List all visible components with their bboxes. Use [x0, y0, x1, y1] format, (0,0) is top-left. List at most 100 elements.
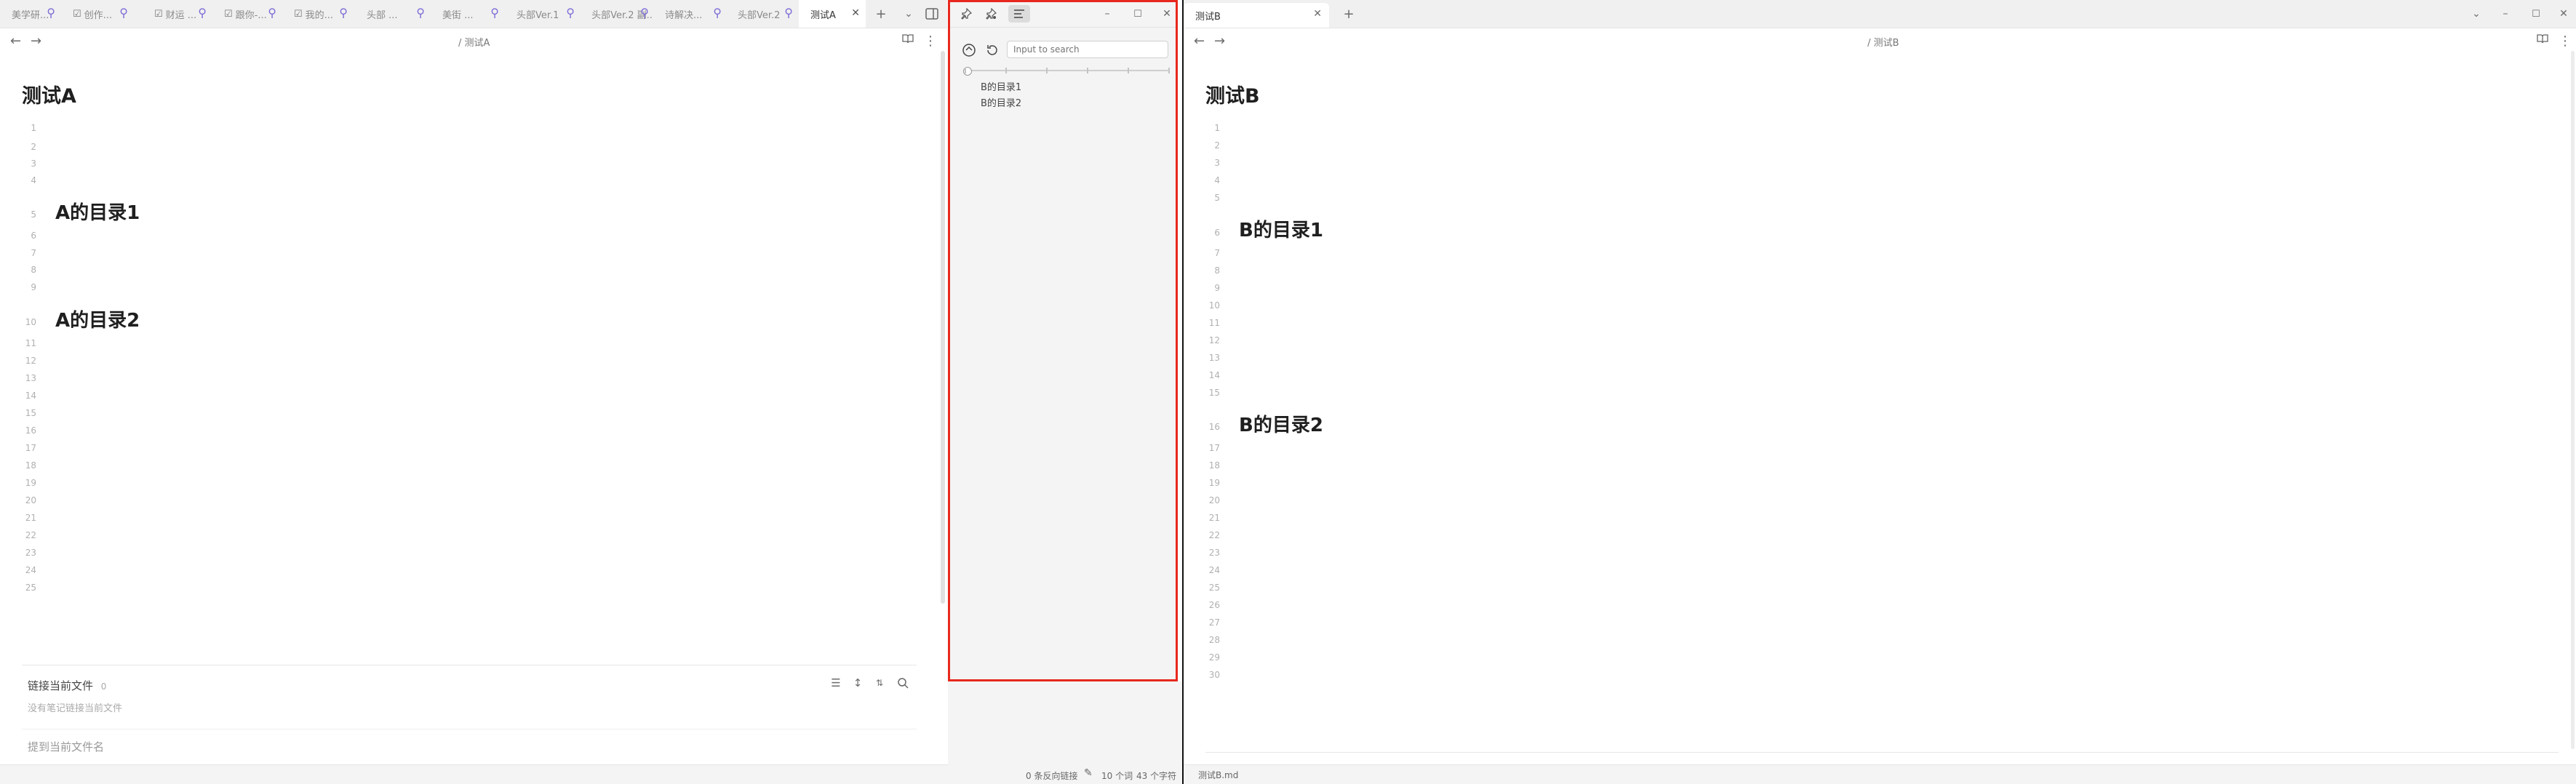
back-arrow-icon[interactable]: ← [1194, 33, 1205, 49]
line-number: 17 [1208, 443, 1220, 453]
tab-item[interactable]: 头部Ver.1 ⚲ [505, 0, 578, 28]
refresh-icon[interactable] [985, 43, 1000, 57]
back-arrow-icon[interactable]: ← [10, 33, 21, 49]
maximize-icon[interactable]: ☐ [1129, 5, 1147, 23]
line-number: 8 [31, 265, 36, 275]
slider-tick [1005, 68, 1007, 73]
tab-item[interactable]: ☑ 跟你-... ⚲ [212, 0, 279, 28]
status-file-name[interactable]: 测试B.md [1198, 769, 1238, 781]
line-number: 9 [31, 282, 36, 292]
line-number: 13 [1208, 353, 1220, 363]
close-icon[interactable]: ✕ [2554, 4, 2573, 23]
outline-icon[interactable] [1008, 5, 1030, 23]
tab-list-chevron-icon[interactable]: ⌄ [899, 4, 918, 23]
line-number: 11 [1208, 318, 1220, 328]
line-number: 29 [1208, 652, 1220, 663]
highlight-pin-icon[interactable] [982, 5, 1000, 23]
line-number: 12 [1208, 335, 1220, 345]
note-title[interactable]: 测试B [1205, 80, 1260, 108]
breadcrumb[interactable]: / 测试B [1867, 35, 1899, 49]
pin-icon[interactable]: ⚲ [339, 6, 348, 20]
line-number: 12 [25, 356, 36, 366]
sort-icon[interactable]: ⇅ [872, 675, 888, 691]
sidebar-toggle-icon[interactable] [922, 4, 941, 23]
right-nav-row: ← → / 测试B ⋮ [1184, 28, 2576, 54]
outline-item-2[interactable]: B的目录2 [981, 95, 1021, 109]
line-number: 16 [1208, 422, 1220, 432]
checkbox-icon: ☑ [294, 8, 303, 20]
list-view-icon[interactable]: ☰ [828, 675, 844, 691]
left-status-bar: 0 条反向链接 ✎ 10 个词 43 个字符 [0, 764, 1182, 784]
backlinks-title[interactable]: 链接当前文件 0 [28, 678, 106, 693]
close-icon[interactable]: ✕ [1158, 5, 1176, 23]
line-number: 19 [1208, 478, 1220, 488]
heading-b1[interactable]: B的目录1 [1239, 215, 1323, 242]
maximize-icon[interactable]: ☐ [2527, 4, 2545, 23]
tab-test-b[interactable]: 测试B ✕ [1184, 3, 1329, 28]
tab-label: 头部Ver.2 [738, 9, 781, 21]
search-input[interactable] [1007, 41, 1168, 58]
slider-tick [965, 68, 966, 73]
left-window: 美学研... ⚲ ☑ 创作... ⚲ ☑ 财运 ... ⚲ ☑ 跟你-... ⚲ ☑ 我的... ⚲ 头部 … [0, 0, 947, 784]
reading-view-icon[interactable] [2537, 33, 2548, 44]
pin-window-icon[interactable] [957, 5, 975, 23]
new-tab-button[interactable]: + [1339, 4, 1358, 23]
pin-icon[interactable]: ⚲ [268, 6, 276, 20]
minimize-icon[interactable]: – [2496, 4, 2515, 23]
editor-scrollbar[interactable] [941, 51, 945, 604]
pin-icon[interactable]: ⚲ [640, 6, 649, 20]
checkbox-icon: ☑ [224, 8, 233, 20]
line-number: 19 [25, 478, 36, 488]
expand-collapse-icon[interactable]: ↕ [850, 675, 866, 691]
forward-arrow-icon[interactable]: → [31, 33, 41, 49]
pin-icon[interactable]: ⚲ [784, 6, 793, 20]
tab-item[interactable]: ☑ 创作... ⚲ [61, 0, 131, 28]
heading-a2[interactable]: A的目录2 [55, 305, 140, 332]
heading-a1[interactable]: A的目录1 [55, 198, 140, 225]
tab-item[interactable]: 头部Ver.2 副... ⚲ [581, 0, 652, 28]
mentions-title[interactable]: 提到当前文件名 [28, 739, 104, 754]
tab-item[interactable]: ☑ 我的... ⚲ [282, 0, 351, 28]
tab-item[interactable]: 头部Ver.2 ⚲ [726, 0, 796, 28]
note-title[interactable]: 测试A [22, 80, 76, 108]
edit-pen-icon[interactable]: ✎ [1084, 767, 1093, 779]
line-number: 2 [1214, 140, 1220, 151]
heading-b2[interactable]: B的目录2 [1239, 410, 1323, 437]
tab-label: 诗解决... [665, 9, 703, 21]
pin-icon[interactable]: ⚲ [713, 6, 722, 20]
line-number: 24 [1208, 565, 1220, 575]
pin-icon[interactable]: ⚲ [47, 6, 55, 20]
tab-item[interactable]: 测试A ✕ [799, 0, 866, 28]
line-number: 22 [25, 530, 36, 540]
line-number: 9 [1214, 283, 1220, 293]
editor-scrollbar[interactable] [2571, 51, 2575, 749]
tab-item[interactable]: 诗解决... ⚲ [653, 0, 725, 28]
line-number: 1 [31, 123, 36, 133]
tab-item[interactable]: 美学研... ⚲ [0, 0, 58, 28]
more-options-icon[interactable]: ⋮ [924, 33, 937, 49]
line-number: 7 [31, 248, 36, 258]
pin-icon[interactable]: ⚲ [198, 6, 207, 20]
new-tab-button[interactable]: + [872, 4, 890, 23]
line-number: 28 [1208, 635, 1220, 645]
tab-item[interactable]: ☑ 财运 ... ⚲ [143, 0, 210, 28]
tab-item[interactable]: 头部 ... ⚲ [355, 0, 428, 28]
tab-list-chevron-icon[interactable]: ⌄ [2467, 4, 2486, 23]
tab-close-icon[interactable]: ✕ [1313, 8, 1322, 20]
breadcrumb[interactable]: / 测试A [458, 35, 490, 49]
pin-icon[interactable]: ⚲ [416, 6, 425, 20]
pin-icon[interactable]: ⚲ [566, 6, 575, 20]
search-icon[interactable] [895, 675, 911, 691]
status-backlinks[interactable]: 0 条反向链接 [1026, 769, 1077, 782]
forward-arrow-icon[interactable]: → [1214, 33, 1225, 49]
expand-all-icon[interactable] [962, 43, 976, 57]
reading-view-icon[interactable] [902, 33, 914, 44]
pin-icon[interactable]: ⚲ [119, 6, 128, 20]
heading-level-slider[interactable] [963, 70, 1170, 71]
pin-icon[interactable]: ⚲ [490, 6, 499, 20]
tab-close-icon[interactable]: ✕ [851, 7, 860, 19]
more-options-icon[interactable]: ⋮ [2559, 33, 2572, 49]
outline-item-1[interactable]: B的目录1 [981, 79, 1021, 93]
minimize-icon[interactable]: – [1098, 5, 1116, 23]
tab-item[interactable]: 美街 ... ⚲ [431, 0, 502, 28]
